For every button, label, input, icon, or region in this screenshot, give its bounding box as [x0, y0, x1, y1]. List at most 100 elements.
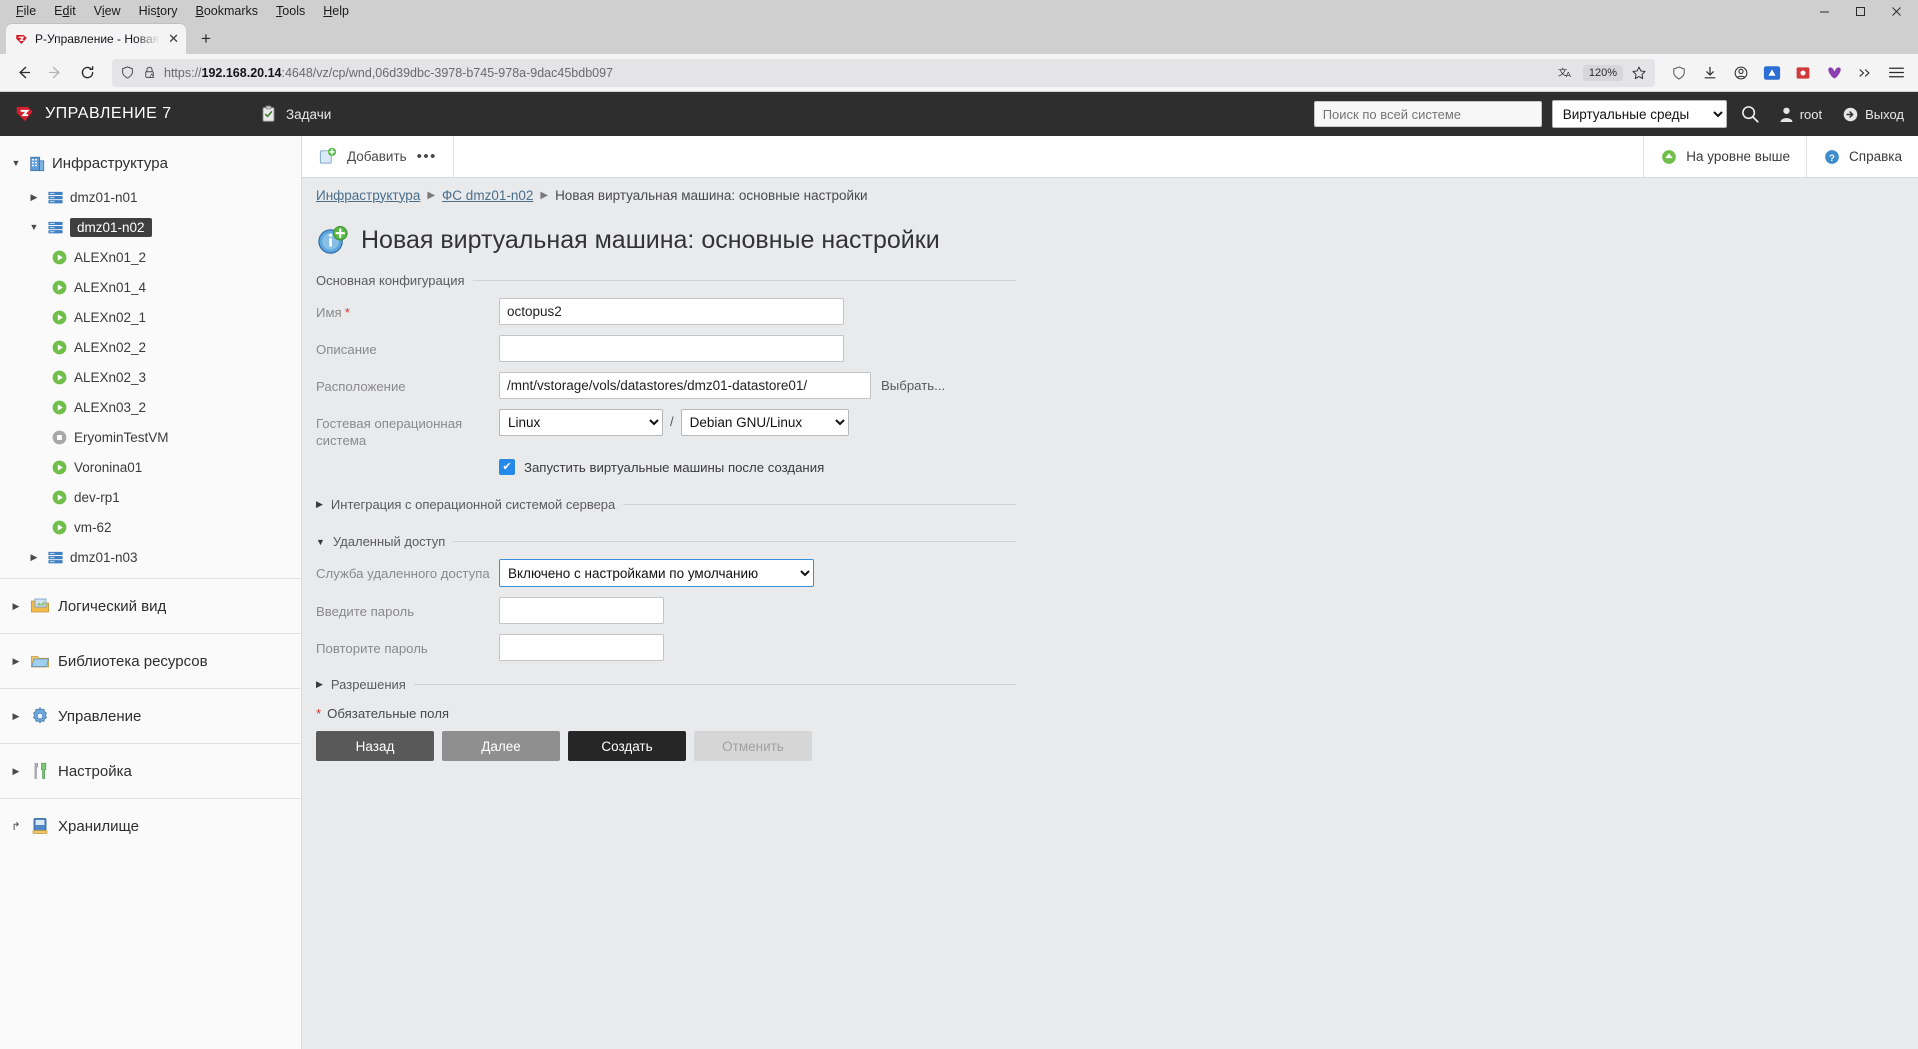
app-brand[interactable]: УПРАВЛЕНИЕ 7: [0, 103, 225, 125]
vm-running-icon: [50, 308, 68, 326]
autostart-checkbox[interactable]: ✔: [499, 459, 515, 475]
extension-blue-icon[interactable]: [1758, 59, 1786, 87]
tab-close-icon[interactable]: ✕: [167, 31, 180, 47]
menu-edit[interactable]: Edit: [46, 1, 84, 21]
user-menu[interactable]: root: [1779, 106, 1822, 123]
vm-description-input[interactable]: [499, 335, 844, 362]
menu-help[interactable]: Help: [315, 1, 357, 21]
required-marker: *: [344, 305, 350, 320]
menu-history[interactable]: History: [131, 1, 186, 21]
user-avatar-icon: [1779, 106, 1794, 123]
tree-vm-alexn01-2[interactable]: ALEXn01_2: [0, 242, 301, 272]
help-button[interactable]: ? Справка: [1806, 136, 1918, 177]
open-external-icon[interactable]: ↱: [10, 820, 22, 833]
search-icon[interactable]: [1737, 101, 1763, 127]
tree-vm-vm-62[interactable]: vm-62: [0, 512, 301, 542]
downloads-icon[interactable]: [1696, 59, 1724, 87]
cancel-button[interactable]: Отменить: [694, 731, 812, 761]
back-button[interactable]: Назад: [316, 731, 434, 761]
tree-item-dmz01-n01[interactable]: ▶ dmz01-n01: [0, 182, 301, 212]
menu-bookmarks[interactable]: Bookmarks: [188, 1, 267, 21]
minimize-icon[interactable]: [1806, 0, 1842, 22]
field-label-location: Расположение: [316, 379, 406, 394]
close-icon[interactable]: [1878, 0, 1914, 22]
reload-icon[interactable]: [72, 58, 102, 88]
chevron-right-icon[interactable]: ▶: [316, 499, 323, 510]
translate-icon[interactable]: 文A: [1558, 65, 1575, 80]
menu-view[interactable]: View: [86, 1, 129, 21]
tree-vm-alexn03-2[interactable]: ALEXn03_2: [0, 392, 301, 422]
breadcrumb-item-infrastructure[interactable]: Инфраструктура: [316, 188, 420, 203]
tree-vm-alexn02-3[interactable]: ALEXn02_3: [0, 362, 301, 392]
sidebar-item-management[interactable]: ▶ Управление: [0, 695, 301, 737]
hamburger-menu-icon[interactable]: [1882, 59, 1910, 87]
back-icon[interactable]: [8, 58, 38, 88]
vm-location-input[interactable]: [499, 372, 871, 399]
remote-password-input[interactable]: [499, 597, 664, 624]
chevron-right-icon[interactable]: ▶: [10, 601, 22, 612]
logout-button[interactable]: Выход: [1842, 106, 1904, 123]
account-icon[interactable]: [1727, 59, 1755, 87]
shield-badge-icon[interactable]: [1665, 59, 1693, 87]
field-row-description: Описание: [316, 335, 1016, 362]
svg-text:?: ?: [1829, 152, 1835, 163]
sidebar-item-settings[interactable]: ▶ Настройка: [0, 750, 301, 792]
autostart-checkbox-row[interactable]: ✔ Запустить виртуальные машины после соз…: [499, 459, 1016, 475]
tree-root-infrastructure[interactable]: ▼ Инфраструктура: [0, 144, 301, 182]
sidebar-item-logical-view[interactable]: ▶ Логический вид: [0, 585, 301, 627]
tree-vm-dev-rp1[interactable]: dev-rp1: [0, 482, 301, 512]
extension-purple-icon[interactable]: [1820, 59, 1848, 87]
forward-icon[interactable]: [40, 58, 70, 88]
environment-select[interactable]: Виртуальные среды: [1551, 100, 1727, 128]
chevron-down-icon[interactable]: ▼: [10, 157, 22, 169]
next-button[interactable]: Далее: [442, 731, 560, 761]
section-integration: ▶ Интеграция с операционной системой сер…: [316, 497, 1016, 512]
choose-location-button[interactable]: Выбрать...: [881, 372, 945, 393]
zoom-level-badge[interactable]: 120%: [1582, 64, 1623, 81]
bookmark-star-icon[interactable]: [1631, 65, 1647, 81]
chevron-right-icon[interactable]: ▶: [10, 711, 22, 722]
lock-warning-icon[interactable]: [142, 65, 157, 80]
chevron-right-icon[interactable]: ▶: [10, 656, 22, 667]
browser-tab[interactable]: Р-Управление - Новая вирту ✕: [6, 24, 186, 54]
required-fields-text: Обязательные поля: [327, 706, 450, 721]
section-permissions-legend[interactable]: ▶ Разрешения: [316, 677, 1016, 692]
chevron-right-icon[interactable]: ▶: [28, 191, 40, 203]
breadcrumb-item-fs-dmz01-n02[interactable]: ФС dmz01-n02: [442, 188, 533, 203]
global-search-input[interactable]: [1313, 101, 1542, 127]
overflow-chevron-icon[interactable]: [1851, 59, 1879, 87]
vm-name-input[interactable]: [499, 298, 844, 325]
tasks-button[interactable]: Задачи: [260, 105, 331, 123]
tree-vm-alexn02-1[interactable]: ALEXn02_1: [0, 302, 301, 332]
level-up-button[interactable]: На уровне выше: [1643, 136, 1806, 177]
sidebar-item-resource-library[interactable]: ▶ Библиотека ресурсов: [0, 640, 301, 682]
tree-vm-alexn02-2[interactable]: ALEXn02_2: [0, 332, 301, 362]
chevron-right-icon[interactable]: ▶: [28, 551, 40, 563]
chevron-right-icon[interactable]: ▶: [10, 766, 22, 777]
menu-file[interactable]: FFileile: [8, 1, 44, 21]
section-remote-access-legend[interactable]: ▼ Удаленный доступ: [316, 534, 1016, 549]
tree-item-dmz01-n02[interactable]: ▼ dmz01-n02: [0, 212, 301, 242]
tree-vm-alexn01-4[interactable]: ALEXn01_4: [0, 272, 301, 302]
shield-icon[interactable]: [120, 65, 135, 80]
sidebar-item-storage[interactable]: ↱ Хранилище: [0, 805, 301, 847]
guest-os-name-select[interactable]: Debian GNU/Linux: [680, 409, 849, 436]
remote-access-service-select[interactable]: Включено с настройками по умолчанию: [499, 559, 814, 587]
chevron-right-icon[interactable]: ▶: [316, 679, 323, 690]
tree-vm-eryomintestvm[interactable]: EryominTestVM: [0, 422, 301, 452]
url-bar[interactable]: https://192.168.20.14:4648/vz/cp/wnd,06d…: [112, 58, 1655, 87]
chevron-down-icon[interactable]: ▼: [316, 537, 325, 547]
new-tab-button[interactable]: +: [192, 25, 220, 53]
tree-item-dmz01-n03[interactable]: ▶ dmz01-n03: [0, 542, 301, 572]
chevron-down-icon[interactable]: ▼: [28, 221, 40, 233]
extension-red-icon[interactable]: [1789, 59, 1817, 87]
maximize-icon[interactable]: [1842, 0, 1878, 22]
more-actions-button[interactable]: •••: [417, 148, 437, 165]
section-integration-legend[interactable]: ▶ Интеграция с операционной системой сер…: [316, 497, 1016, 512]
add-button[interactable]: Добавить •••: [302, 136, 454, 177]
menu-tools[interactable]: Tools: [268, 1, 313, 21]
tree-vm-voronina01[interactable]: Voronina01: [0, 452, 301, 482]
remote-password-repeat-input[interactable]: [499, 634, 664, 661]
create-button[interactable]: Создать: [568, 731, 686, 761]
guest-os-type-select[interactable]: Linux: [499, 409, 663, 436]
